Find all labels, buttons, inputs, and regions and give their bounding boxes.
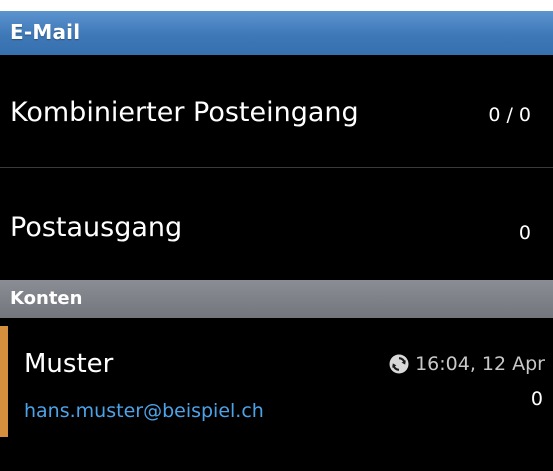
folder-outbox[interactable]: Postausgang 0 (0, 168, 553, 280)
account-count: 0 (530, 388, 543, 410)
section-header-label: Konten (10, 288, 83, 309)
account-sync-status: 16:04, 12 Apr (389, 353, 545, 375)
email-app: E-Mail Kombinierter Posteingang 0 / 0 Po… (0, 11, 553, 471)
account-name: Muster (24, 349, 114, 379)
screen: E-Mail Kombinierter Posteingang 0 / 0 Po… (0, 0, 553, 471)
title-bar: E-Mail (0, 11, 553, 55)
account-email: hans.muster@beispiel.ch (24, 400, 264, 422)
folder-combined-inbox[interactable]: Kombinierter Posteingang 0 / 0 (0, 55, 553, 168)
accounts-section-header: Konten (0, 280, 553, 318)
folder-label: Postausgang (10, 212, 183, 243)
folder-label: Kombinierter Posteingang (10, 97, 359, 128)
sync-icon (389, 354, 409, 374)
folder-count: 0 / 0 (488, 104, 531, 126)
account-last-sync: 16:04, 12 Apr (415, 353, 545, 375)
folder-count: 0 (518, 222, 531, 244)
account-color-accent (0, 326, 8, 437)
app-title: E-Mail (10, 20, 81, 44)
account-item[interactable]: Muster hans.muster@beispiel.ch 16:04, 12… (0, 326, 553, 438)
